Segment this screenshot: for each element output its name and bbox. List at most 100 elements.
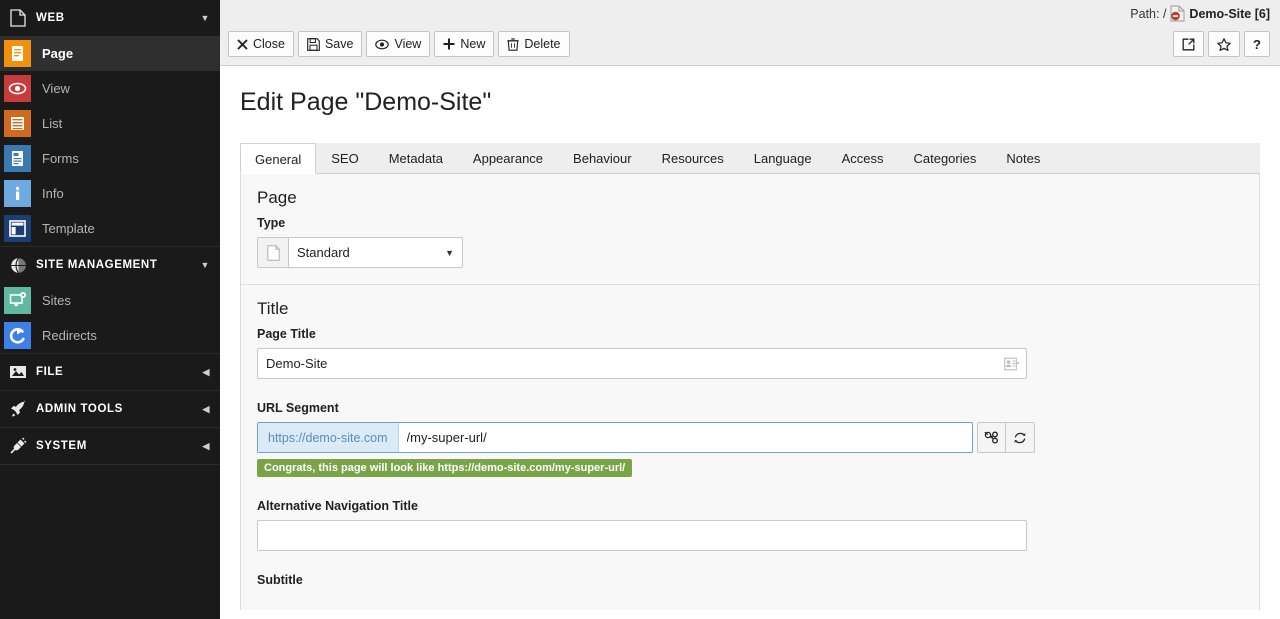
list-module-icon	[0, 106, 35, 141]
url-recalculate-button[interactable]	[1006, 422, 1035, 453]
open-in-new-window-icon	[1182, 38, 1195, 51]
tab-categories[interactable]: Categories	[898, 142, 991, 173]
trash-delete-icon	[507, 37, 519, 51]
template-module-icon	[0, 211, 35, 246]
module-group-header-file[interactable]: FILE ◀	[0, 354, 220, 390]
tab-metadata[interactable]: Metadata	[374, 142, 458, 173]
tab-behaviour[interactable]: Behaviour	[558, 142, 647, 173]
page-title-input[interactable]	[257, 348, 1027, 379]
close-button[interactable]: Close	[228, 31, 294, 57]
field-label-type: Type	[257, 216, 286, 230]
globe-icon	[0, 247, 36, 283]
field-label-alternative-navigation-title: Alternative Navigation Title	[257, 499, 418, 513]
eye-view-icon	[375, 39, 390, 50]
tab-appearance[interactable]: Appearance	[458, 142, 558, 173]
url-segment-input[interactable]	[398, 423, 972, 452]
new-button[interactable]: New	[434, 31, 495, 57]
link-broken-icon	[984, 431, 999, 444]
sidebar-item-redirects[interactable]: Redirects	[0, 318, 220, 353]
delete-button-label: Delete	[524, 37, 561, 51]
floppy-save-icon	[307, 37, 320, 51]
form-panel: Page Type Standard ▼ Title Page Title De…	[240, 174, 1260, 610]
page-hidden-icon	[1170, 5, 1185, 22]
module-group-label-site-management: SITE MANAGEMENT	[36, 259, 158, 271]
sidebar-item-label-page: Page	[42, 46, 74, 61]
info-module-icon	[0, 176, 35, 211]
eye-module-icon	[0, 71, 35, 106]
main-area: Path: / Demo-Site [6] Close Save View Ne…	[220, 0, 1280, 619]
sidebar-item-sites[interactable]: Sites	[0, 283, 220, 318]
module-group-header-web[interactable]: WEB ▼	[0, 0, 220, 36]
chevron-down-icon: ▼	[200, 260, 210, 270]
refresh-recalculate-icon	[1013, 431, 1027, 445]
star-bookmark-icon	[1217, 37, 1231, 51]
docheader: Path: / Demo-Site [6] Close Save View Ne…	[220, 0, 1280, 66]
url-segment-field: https://demo-site.com	[257, 422, 1243, 453]
module-group-web: WEB ▼ Page View List Forms Info Template	[0, 0, 220, 247]
redirects-module-icon	[0, 318, 35, 353]
sidebar-item-list[interactable]: List	[0, 106, 220, 141]
chevron-left-icon: ◀	[202, 403, 210, 414]
view-button[interactable]: View	[366, 31, 431, 57]
plus-new-icon	[443, 38, 455, 50]
page-doc-icon	[0, 0, 36, 36]
record-select-icon[interactable]	[1004, 357, 1019, 370]
bookmark-button[interactable]	[1208, 31, 1240, 57]
sidebar-item-label-sites: Sites	[42, 293, 71, 308]
sidebar-item-label-template: Template	[42, 221, 95, 236]
url-unlink-button[interactable]	[977, 422, 1006, 453]
chevron-left-icon: ◀	[202, 366, 210, 377]
view-button-label: View	[394, 37, 422, 51]
section-page: Page Type Standard ▼	[241, 174, 1259, 285]
tab-language[interactable]: Language	[739, 142, 827, 173]
sidebar-item-label-forms: Forms	[42, 151, 79, 166]
sidebar-item-forms[interactable]: Forms	[0, 141, 220, 176]
chevron-left-icon: ◀	[202, 440, 210, 451]
sidebar-item-info[interactable]: Info	[0, 176, 220, 211]
new-button-label: New	[460, 37, 486, 51]
alternative-navigation-title-input[interactable]	[257, 520, 1027, 551]
module-group-label-file: FILE	[36, 366, 64, 378]
plug-icon	[0, 428, 36, 464]
page-title-field	[257, 348, 1027, 379]
tab-notes[interactable]: Notes	[991, 142, 1055, 173]
page-type-select[interactable]: Standard	[288, 237, 463, 268]
sidebar-item-label-list: List	[42, 116, 63, 131]
sidebar-item-template[interactable]: Template	[0, 211, 220, 246]
url-prefix-addon: https://demo-site.com	[258, 423, 399, 452]
section-title: Title Page Title Demo-Site URL Segment h…	[241, 285, 1259, 610]
sidebar-item-view[interactable]: View	[0, 71, 220, 106]
tab-resources[interactable]: Resources	[647, 142, 739, 173]
open-in-new-window-button[interactable]	[1173, 31, 1204, 57]
module-group-file: FILE ◀	[0, 354, 220, 391]
page-module-icon	[0, 36, 35, 71]
module-group-header-admin-tools[interactable]: ADMIN TOOLS ◀	[0, 391, 220, 427]
url-segment-input-group: https://demo-site.com	[257, 422, 973, 453]
module-group-header-system[interactable]: SYSTEM ◀	[0, 428, 220, 464]
sidebar-item-label-redirects: Redirects	[42, 328, 97, 343]
typo3-backend: WEB ▼ Page View List Forms Info Template…	[0, 0, 1280, 619]
chevron-down-icon: ▼	[200, 13, 210, 23]
module-group-label-system: SYSTEM	[36, 440, 87, 452]
sidebar-item-page[interactable]: Page	[0, 36, 220, 71]
module-group-system: SYSTEM ◀	[0, 428, 220, 465]
module-group-admin-tools: ADMIN TOOLS ◀	[0, 391, 220, 428]
save-button[interactable]: Save	[297, 31, 363, 57]
delete-button[interactable]: Delete	[498, 31, 570, 57]
tab-general[interactable]: General	[240, 143, 317, 174]
module-group-header-site-management[interactable]: SITE MANAGEMENT ▼	[0, 247, 220, 283]
section-title-title: Title	[257, 299, 289, 318]
forms-module-icon	[0, 141, 35, 176]
docheader-right-buttons: ?	[1173, 31, 1270, 57]
help-button[interactable]: ?	[1244, 31, 1270, 57]
docheader-button-bar: Close Save View New Delete	[228, 31, 570, 57]
tab-access[interactable]: Access	[827, 142, 899, 173]
page-title: Edit Page "Demo-Site"	[240, 88, 492, 116]
rocket-icon	[0, 391, 36, 427]
close-x-icon	[237, 38, 248, 50]
page-type-field: Standard ▼	[257, 237, 1243, 268]
image-icon	[0, 354, 36, 390]
module-group-label-admin-tools: ADMIN TOOLS	[36, 403, 123, 415]
field-label-subtitle: Subtitle	[257, 573, 303, 587]
tab-seo[interactable]: SEO	[316, 142, 373, 173]
